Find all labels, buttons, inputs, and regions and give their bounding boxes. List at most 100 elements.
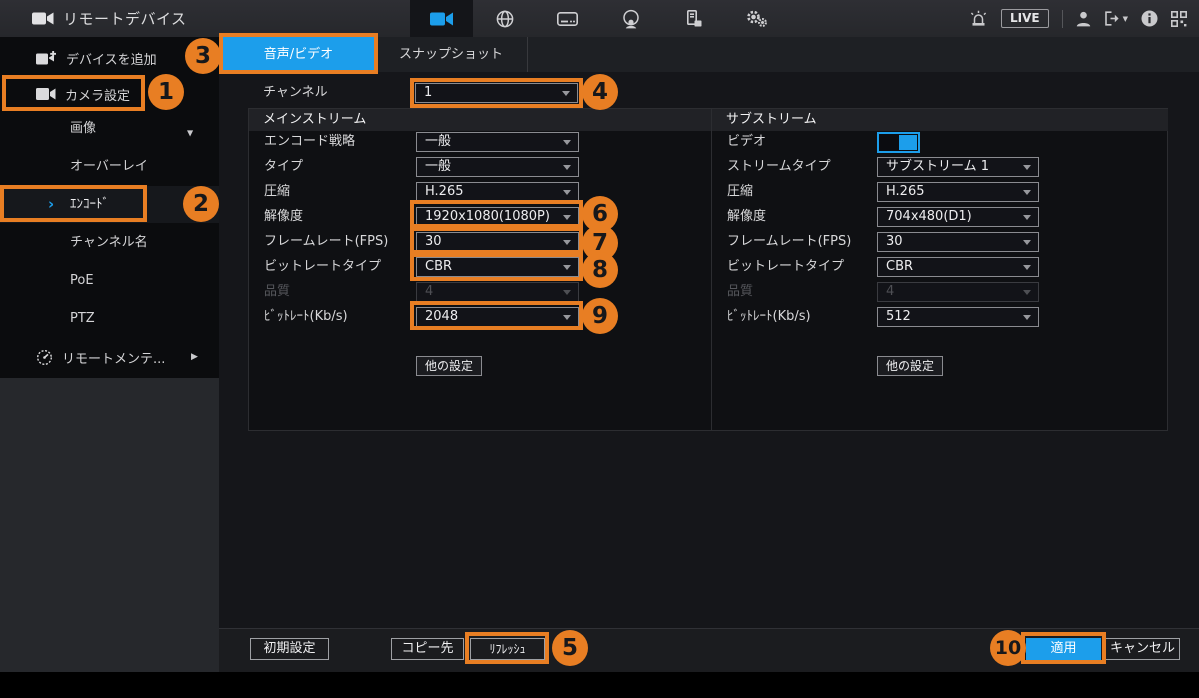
- encode-strategy-select[interactable]: 一般: [416, 132, 579, 152]
- chevron-down-icon: [563, 240, 571, 245]
- window-title-group: リモートデバイス: [32, 0, 187, 37]
- field-label-resolution: 解像度: [727, 207, 766, 227]
- chevron-down-icon: [1023, 315, 1031, 320]
- chevron-down-icon: [1023, 190, 1031, 195]
- sidebar-item-label: カメラ設定: [65, 85, 130, 104]
- field-label-bitrate: ﾋﾞｯﾄﾚｰﾄ(Kb/s): [264, 307, 348, 327]
- chevron-down-icon: [1023, 165, 1031, 170]
- annotation-1: 1: [148, 74, 184, 110]
- content-area: 音声/ビデオ スナップショット チャンネル 1 メインストリーム エンコード戦略…: [219, 37, 1199, 672]
- chevron-down-icon: [1023, 240, 1031, 245]
- sub-more-settings-button[interactable]: 他の設定: [877, 356, 943, 376]
- refresh-button[interactable]: ﾘﾌﾚｯｼｭ: [470, 638, 545, 660]
- annotation-10: 10: [990, 630, 1026, 666]
- camera-icon: [36, 87, 56, 101]
- channel-select[interactable]: 1: [415, 83, 578, 103]
- sidebar-item-ptz[interactable]: PTZ: [0, 300, 219, 337]
- user-icon[interactable]: [1076, 11, 1091, 27]
- chevron-down-icon: [563, 265, 571, 270]
- more-settings-button[interactable]: 他の設定: [416, 356, 482, 376]
- sidebar: デバイスを追加 カメラ設定 ▼ 画像 オーバーレイ › ｴﾝｺｰﾄﾞ チャンネル…: [0, 37, 219, 672]
- nav-storage-icon[interactable]: [536, 0, 599, 37]
- field-label-bitrate-type: ビットレートタイプ: [727, 257, 844, 277]
- tab-audio-video[interactable]: 音声/ビデオ: [222, 37, 375, 72]
- sidebar-item-image[interactable]: 画像: [0, 110, 219, 147]
- chevron-right-icon[interactable]: ▶: [191, 352, 198, 362]
- default-button[interactable]: 初期設定: [250, 638, 329, 660]
- field-label-bitrate-type: ビットレートタイプ: [264, 257, 381, 277]
- bitrate-select[interactable]: 2048: [416, 307, 579, 327]
- chevron-down-icon: [1023, 290, 1031, 295]
- chevron-down-icon: [1023, 265, 1031, 270]
- cancel-button[interactable]: キャンセル: [1105, 638, 1180, 660]
- video-toggle[interactable]: [877, 132, 920, 153]
- topbar: リモートデバイス LI: [0, 0, 1199, 37]
- chevron-down-icon: [562, 91, 570, 96]
- chevron-down-icon: [563, 315, 571, 320]
- info-icon[interactable]: [1141, 10, 1158, 27]
- sub-framerate-select[interactable]: 30: [877, 232, 1039, 252]
- resolution-select[interactable]: 1920x1080(1080P): [416, 207, 579, 227]
- channel-label: チャンネル: [263, 83, 328, 103]
- field-label-type: タイプ: [264, 157, 303, 177]
- chevron-down-icon: [563, 165, 571, 170]
- apply-button[interactable]: 適用: [1026, 638, 1101, 660]
- field-label-quality: 品質: [264, 282, 290, 302]
- main-stream-section: メインストリーム エンコード戦略 一般 タイプ 一般 圧縮 H.265 解像度 …: [249, 109, 711, 430]
- annotation-9: 9: [582, 298, 618, 334]
- framerate-select[interactable]: 30: [416, 232, 579, 252]
- sidebar-item-remote-maintenance[interactable]: リモートメンテ... ▶: [0, 338, 219, 376]
- field-label-video: ビデオ: [727, 132, 766, 152]
- annotation-8: 8: [582, 252, 618, 288]
- camera-icon: [32, 11, 54, 26]
- field-label-framerate: フレームレート(FPS): [727, 232, 851, 252]
- sidebar-item-overlay[interactable]: オーバーレイ: [0, 148, 219, 185]
- tab-bar: 音声/ビデオ スナップショット: [219, 37, 1199, 72]
- live-button[interactable]: LIVE: [1001, 9, 1049, 28]
- gauge-icon: [36, 349, 53, 366]
- stream-settings-panel: メインストリーム エンコード戦略 一般 タイプ 一般 圧縮 H.265 解像度 …: [248, 108, 1168, 431]
- annotation-4: 4: [582, 74, 618, 110]
- chevron-down-icon: [563, 190, 571, 195]
- qrcode-icon[interactable]: [1171, 11, 1187, 27]
- sub-bitrate-select[interactable]: 512: [877, 307, 1039, 327]
- chevron-down-icon: [1023, 215, 1031, 220]
- quality-select: 4: [416, 282, 579, 302]
- main-nav: [410, 0, 788, 37]
- remote-device-window: リモートデバイス LI: [0, 0, 1199, 698]
- nav-device-icon[interactable]: [662, 0, 725, 37]
- tab-snapshot[interactable]: スナップショット: [375, 37, 528, 72]
- field-label-quality: 品質: [727, 282, 753, 302]
- chevron-down-icon: [563, 290, 571, 295]
- copy-to-button[interactable]: コピー先: [391, 638, 464, 660]
- active-arrow-icon: ›: [48, 186, 54, 223]
- logout-button[interactable]: ▼: [1104, 11, 1128, 26]
- type-select[interactable]: 一般: [416, 157, 579, 177]
- nav-camera-icon[interactable]: [410, 0, 473, 37]
- alarm-icon[interactable]: [969, 10, 988, 27]
- field-label-compression: 圧縮: [727, 182, 753, 202]
- sub-resolution-select[interactable]: 704x480(D1): [877, 207, 1039, 227]
- stream-type-select[interactable]: サブストリーム 1: [877, 157, 1039, 177]
- nav-settings-icon[interactable]: [725, 0, 788, 37]
- field-label-compression: 圧縮: [264, 182, 290, 202]
- sidebar-item-camera-settings[interactable]: カメラ設定 ▼: [0, 76, 219, 112]
- page-title: リモートデバイス: [63, 8, 187, 29]
- sub-compression-select[interactable]: H.265: [877, 182, 1039, 202]
- annotation-2: 2: [183, 186, 219, 222]
- chevron-down-icon: ▼: [1123, 15, 1128, 23]
- divider: [1062, 10, 1063, 28]
- field-label-encode-strategy: エンコード戦略: [264, 132, 355, 152]
- nav-network-icon[interactable]: [473, 0, 536, 37]
- field-label-stream-type: ストリームタイプ: [727, 157, 831, 177]
- sidebar-item-channel-name[interactable]: チャンネル名: [0, 224, 219, 261]
- nav-account-icon[interactable]: [599, 0, 662, 37]
- compression-select[interactable]: H.265: [416, 182, 579, 202]
- sub-bitrate-type-select[interactable]: CBR: [877, 257, 1039, 277]
- chevron-down-icon: [563, 140, 571, 145]
- sidebar-item-label: ｴﾝｺｰﾄﾞ: [70, 197, 109, 212]
- sidebar-item-poe[interactable]: PoE: [0, 262, 219, 299]
- bitrate-type-select[interactable]: CBR: [416, 257, 579, 277]
- sidebar-item-label: デバイスを追加: [66, 49, 157, 68]
- camera-plus-icon: [36, 51, 57, 66]
